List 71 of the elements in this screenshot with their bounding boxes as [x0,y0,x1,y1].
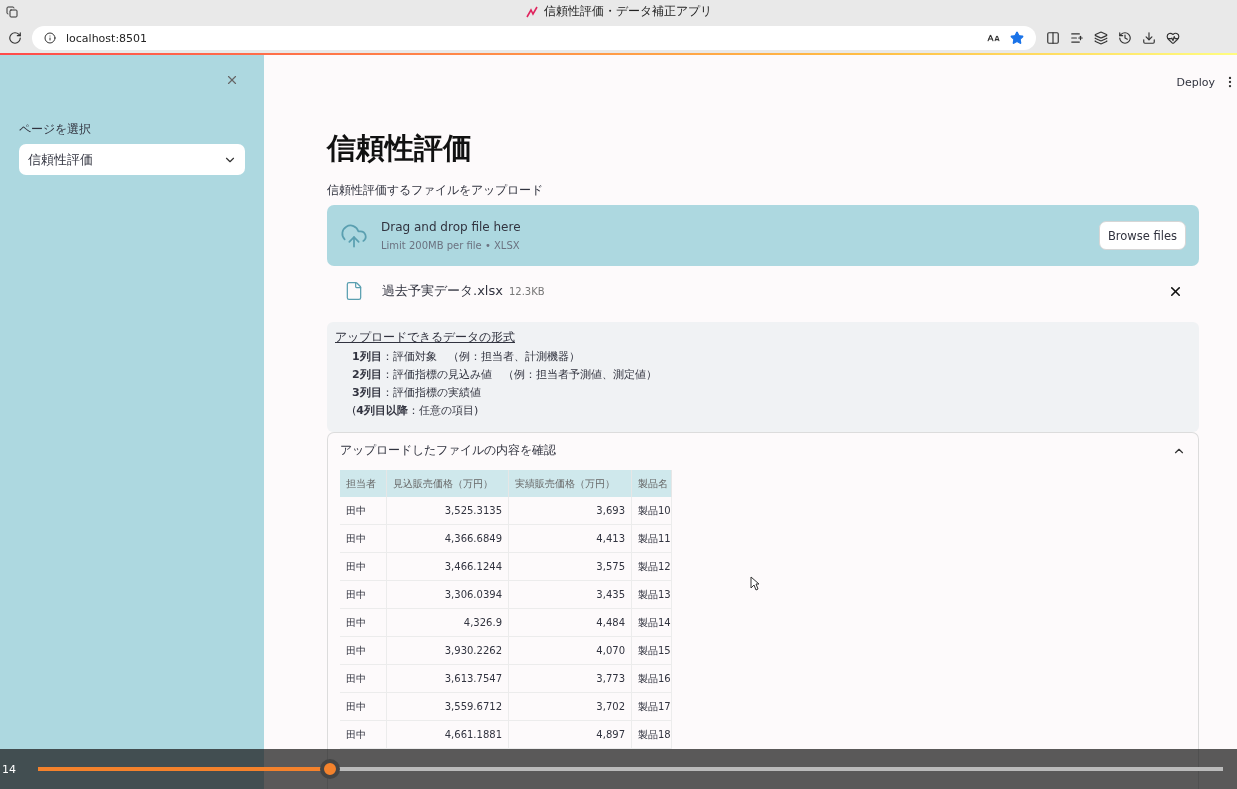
table-cell: 3,702 [509,693,632,721]
download-icon[interactable] [1142,31,1156,45]
tabs-icon[interactable] [6,5,18,18]
page-select[interactable]: 信頼性評価 [19,144,245,175]
table-cell: 3,525.3135 [387,497,509,525]
format-heading: アップロードできるデータの形式 [335,329,516,346]
file-size: 12.3KB [508,285,546,297]
table-cell: 田中 [340,525,387,553]
collections-icon[interactable] [1094,31,1108,45]
dropzone-title: Drag and drop file here [381,220,522,234]
table-cell: 3,693 [509,497,632,525]
table-cell: 3,575 [509,553,632,581]
table-cell: 製品12 [632,553,672,581]
address-bar[interactable]: localhost:8501 [32,26,1036,50]
table-cell: 3,613.7547 [387,665,509,693]
seek-handle[interactable] [319,759,340,779]
favorites-icon[interactable] [1070,31,1084,45]
format-line: (4列目以降：任意の項目) [352,403,480,418]
history-icon[interactable] [1118,31,1132,45]
table-cell: 製品13 [632,581,672,609]
info-icon[interactable] [44,32,56,44]
column-header[interactable]: 見込販売価格（万円） [387,470,509,497]
table-cell: 製品17 [632,693,672,721]
table-cell: 製品10 [632,497,672,525]
format-line: 2列目：評価指標の見込み値 （例：担当者予測値、測定値） [352,367,658,382]
star-icon[interactable] [1010,31,1024,45]
table-cell: 4,070 [509,637,632,665]
tab-title: 信頼性評価・データ補正アプリ [543,3,712,20]
table-cell: 4,366.6849 [387,525,509,553]
table-cell: 3,306.0394 [387,581,509,609]
deploy-button[interactable]: Deploy [1176,75,1215,89]
table-cell: 3,466.1244 [387,553,509,581]
table-cell: 田中 [340,581,387,609]
heart-pulse-icon[interactable] [1166,31,1180,45]
file-icon [344,281,364,301]
format-line: 3列目：評価指標の実績値 [352,385,482,400]
uploader-label: 信頼性評価するファイルをアップロード [327,182,544,199]
table-cell: 3,559.6712 [387,693,509,721]
column-header[interactable]: 製品名 [632,470,672,497]
split-view-icon[interactable] [1046,31,1060,45]
page-title: 信頼性評価 [327,130,473,167]
table-cell: 3,773 [509,665,632,693]
dropzone-hint: Limit 200MB per file • XLSX [381,240,521,251]
table-cell: 田中 [340,609,387,637]
table-cell: 製品14 [632,609,672,637]
table-cell: 3,435 [509,581,632,609]
table-cell: 4,326.9 [387,609,509,637]
video-time: 14 [2,762,16,776]
column-header[interactable]: 実績販売価格（万円） [509,470,632,497]
table-cell: 田中 [340,637,387,665]
table-cell: 製品11 [632,525,672,553]
dropzone[interactable]: Drag and drop file here Limit 200MB per file • XLSX Browse files [327,205,1199,266]
table-cell: 製品16 [632,665,672,693]
table-cell: 4,413 [509,525,632,553]
table-cell: 田中 [340,693,387,721]
reload-icon[interactable] [8,31,22,45]
table-cell: 田中 [340,553,387,581]
table-cell: 田中 [340,497,387,525]
browse-files-button[interactable]: Browse files [1098,221,1186,250]
trend-icon [525,5,538,18]
table-cell: 3,930.2262 [387,637,509,665]
table-cell: 4,484 [509,609,632,637]
column-header[interactable]: 担当者 [340,470,387,497]
url-text: localhost:8501 [66,31,149,45]
table-cell: 田中 [340,665,387,693]
format-line: 1列目：評価対象 （例：担当者、計測機器） [352,349,581,364]
file-name: 過去予実データ.xlsx [382,282,503,300]
cursor-icon [750,576,760,591]
select-label: ページを選択 [19,121,92,138]
table-cell: 製品15 [632,637,672,665]
expander-header[interactable]: アップロードしたファイルの内容を確認 [340,433,1186,468]
